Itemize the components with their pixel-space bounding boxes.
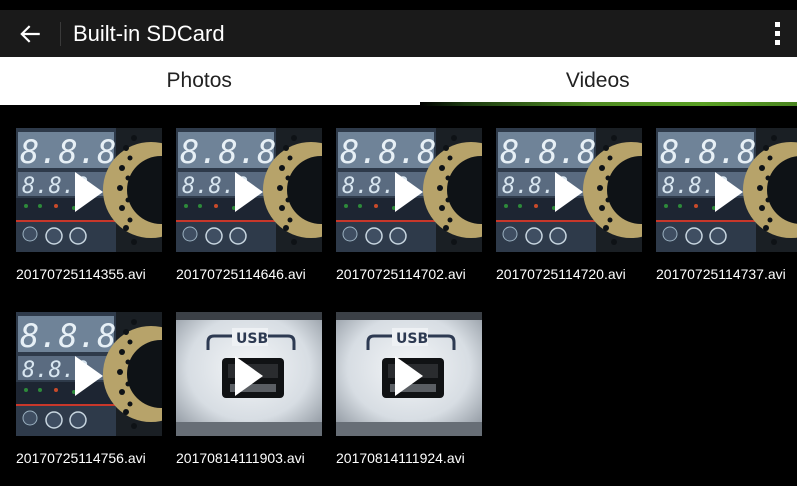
- video-thumbnail[interactable]: 8.8.8. 8.8.8.: [16, 312, 162, 436]
- play-icon: [395, 356, 423, 396]
- tab-bar: Photos Videos: [0, 57, 797, 105]
- video-filename: 20170725114737.avi: [656, 266, 786, 282]
- video-thumbnail[interactable]: USB: [336, 312, 482, 436]
- title-divider: [60, 21, 61, 46]
- back-button[interactable]: [0, 10, 60, 57]
- action-bar: Built-in SDCard: [0, 10, 797, 57]
- arrow-left-icon: [20, 24, 40, 43]
- play-icon: [75, 172, 103, 212]
- video-item[interactable]: USB 20170814111903.avi: [176, 312, 326, 466]
- play-icon: [235, 172, 263, 212]
- play-icon: [395, 172, 423, 212]
- file-browser-app: Built-in SDCard Photos Videos 8.8.8. 8.8…: [0, 0, 797, 486]
- video-item[interactable]: 8.8.8. 8.8.8. 20170725114720.avi: [496, 128, 646, 282]
- tab-photos[interactable]: Photos: [0, 57, 399, 105]
- overflow-menu-button[interactable]: [757, 10, 797, 57]
- video-filename: 20170725114646.avi: [176, 266, 306, 282]
- play-icon: [555, 172, 583, 212]
- video-filename: 20170814111924.avi: [336, 450, 465, 466]
- video-thumbnail[interactable]: 8.8.8. 8.8.8.: [176, 128, 322, 252]
- play-icon: [715, 172, 743, 212]
- svg-text:USB: USB: [396, 331, 428, 347]
- more-vert-icon: [774, 22, 780, 45]
- video-filename: 20170814111903.avi: [176, 450, 305, 466]
- video-item[interactable]: 8.8.8. 8.8.8. 20170725114355.avi: [16, 128, 166, 282]
- video-filename: 20170725114756.avi: [16, 450, 146, 466]
- video-thumbnail[interactable]: 8.8.8. 8.8.8.: [16, 128, 162, 252]
- play-icon: [235, 356, 263, 396]
- tab-videos[interactable]: Videos: [399, 57, 797, 105]
- video-item[interactable]: 8.8.8. 8.8.8. 20170725114737.avi: [656, 128, 797, 282]
- video-filename: 20170725114702.avi: [336, 266, 466, 282]
- svg-text:USB: USB: [236, 331, 268, 347]
- video-thumbnail[interactable]: 8.8.8. 8.8.8.: [496, 128, 642, 252]
- video-filename: 20170725114720.avi: [496, 266, 626, 282]
- video-item[interactable]: 8.8.8. 8.8.8. 20170725114702.avi: [336, 128, 486, 282]
- play-icon: [75, 356, 103, 396]
- video-item[interactable]: USB 20170814111924.avi: [336, 312, 486, 466]
- video-thumbnail[interactable]: 8.8.8. 8.8.8.: [336, 128, 482, 252]
- video-thumbnail[interactable]: 8.8.8. 8.8.8.: [656, 128, 797, 252]
- video-grid: 8.8.8. 8.8.8. 20170725114355.avi 8.8.8. …: [0, 108, 797, 486]
- video-item[interactable]: 8.8.8. 8.8.8. 20170725114756.avi: [16, 312, 166, 466]
- video-filename: 20170725114355.avi: [16, 266, 146, 282]
- tab-selected-indicator: [420, 102, 797, 106]
- page-title: Built-in SDCard: [73, 20, 225, 46]
- video-thumbnail[interactable]: USB: [176, 312, 322, 436]
- video-item[interactable]: 8.8.8. 8.8.8. 20170725114646.avi: [176, 128, 326, 282]
